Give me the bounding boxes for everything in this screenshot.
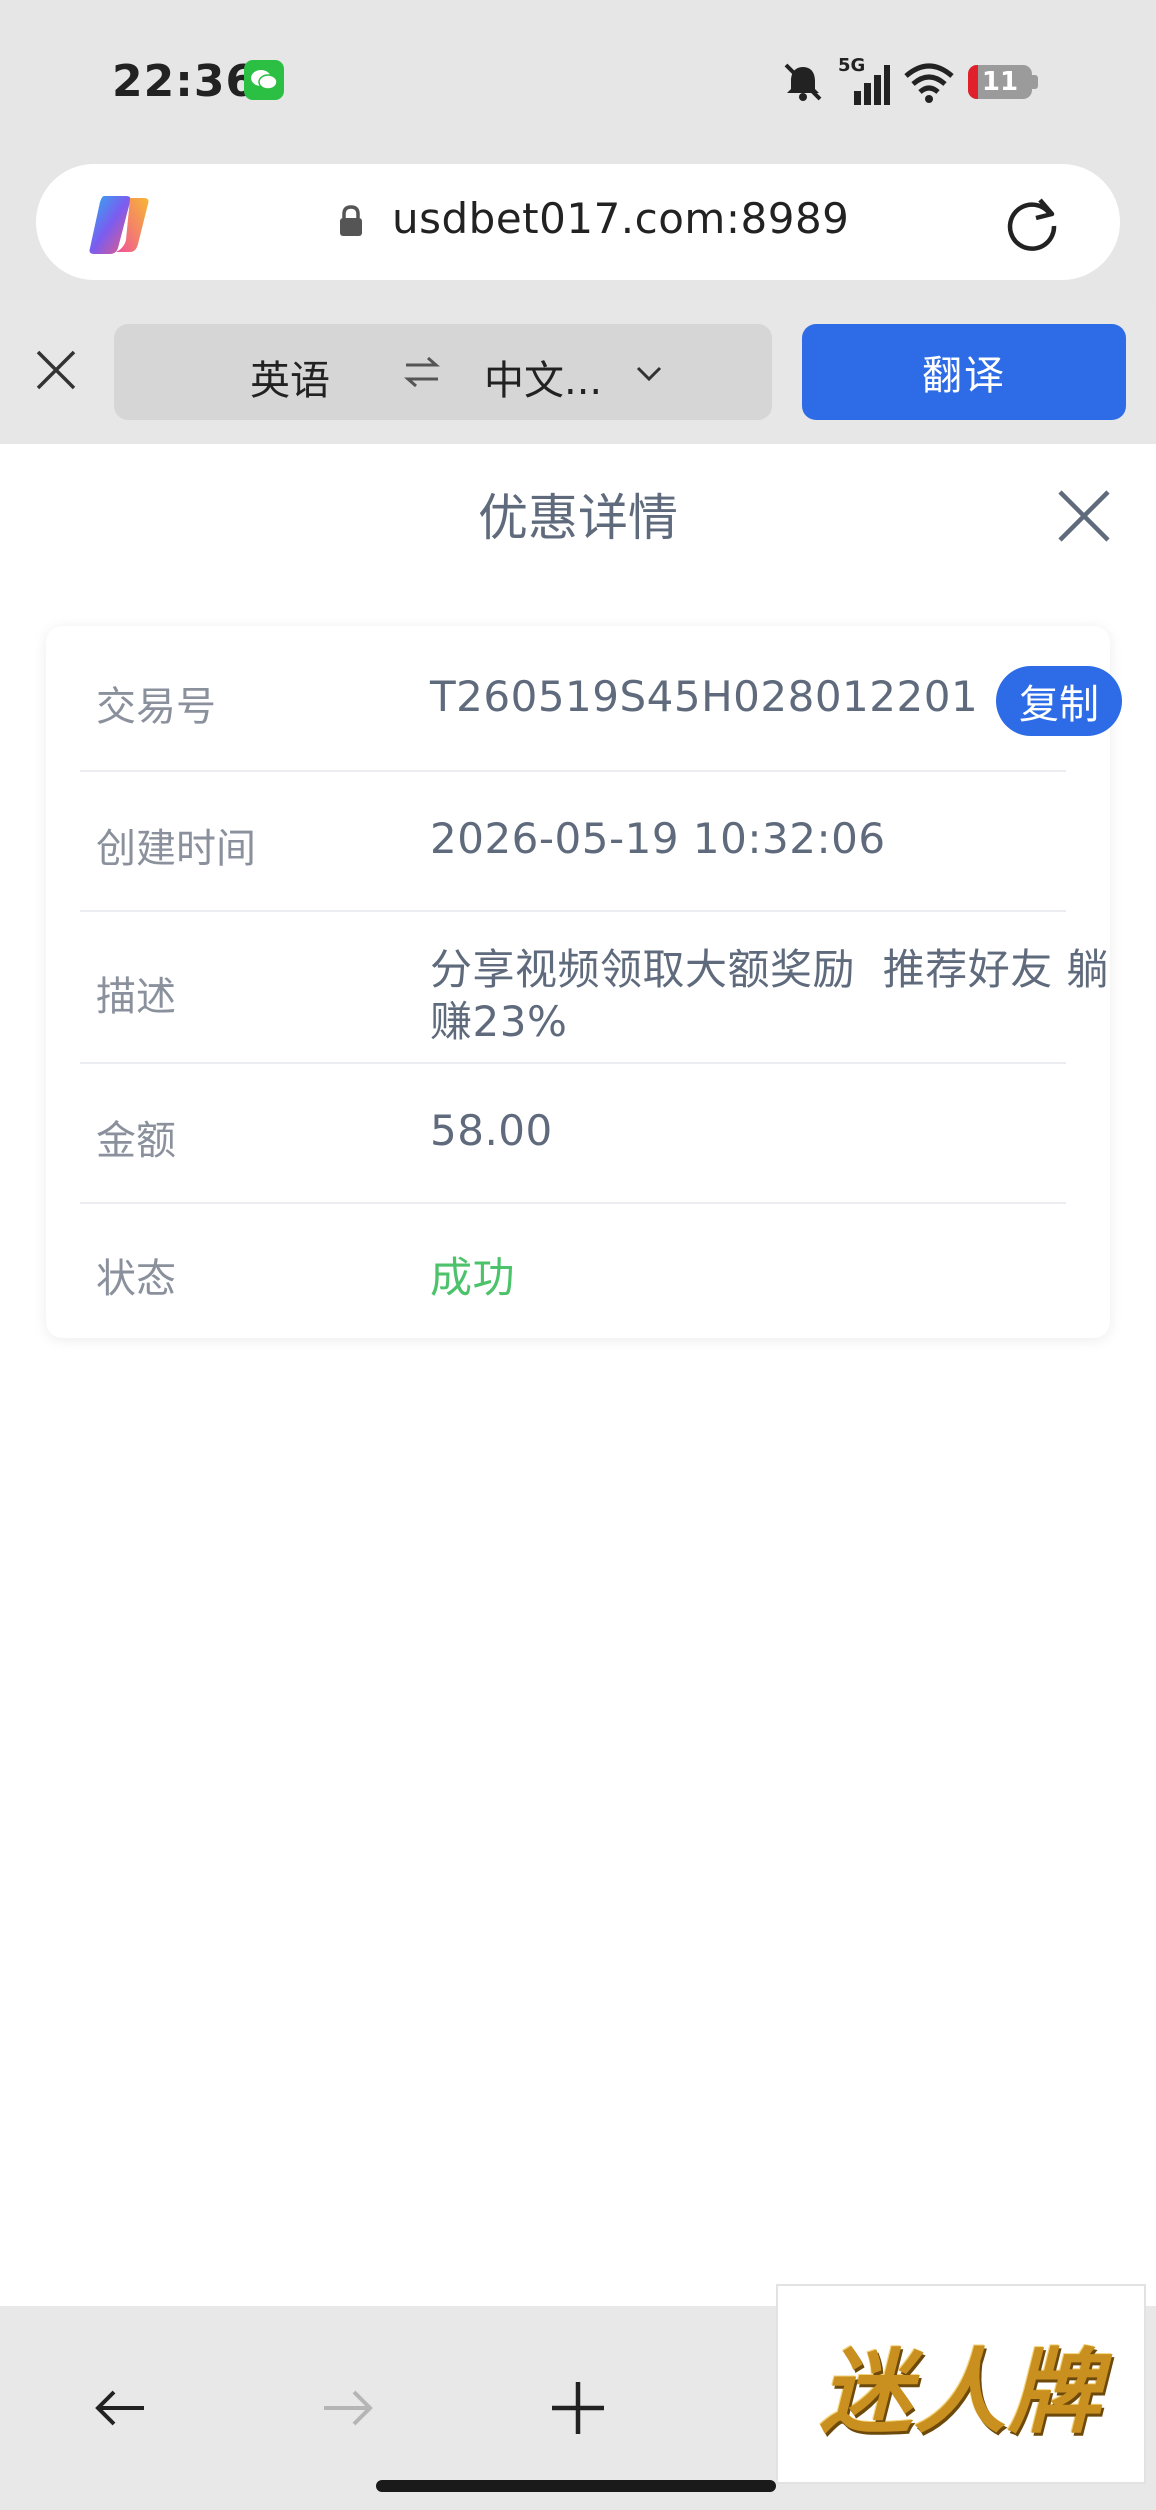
url-text[interactable]: usdbet017.com:8989: [392, 194, 849, 243]
browser-chrome: 22:36 5G 11 usdbet017.com:8989: [0, 0, 1156, 300]
source-language[interactable]: 英语: [250, 348, 330, 406]
detail-label: 创建时间: [96, 826, 256, 872]
created-time-value: 2026-05-19 10:32:06: [430, 814, 886, 863]
amount-value: 58.00: [430, 1106, 553, 1155]
battery-icon: 11: [968, 65, 1032, 99]
new-tab-plus-icon[interactable]: [548, 2378, 608, 2438]
transaction-id-value: T260519S45H028012201: [430, 672, 979, 721]
status-icons: 5G 11: [780, 52, 1038, 112]
copilot-logo-icon[interactable]: [86, 192, 154, 256]
copy-button[interactable]: 复制: [996, 666, 1122, 736]
brand-logo-text: 迷人牌: [819, 2337, 1102, 2446]
status-value: 成功: [430, 1253, 516, 1302]
back-arrow-icon[interactable]: [92, 2380, 148, 2436]
translate-bar: 英语 中文... 翻译: [0, 300, 1156, 444]
home-indicator[interactable]: [376, 2480, 776, 2492]
forward-arrow-icon[interactable]: [320, 2380, 376, 2436]
detail-row-transaction-id: 交易号 T260519S45H028012201 复制: [80, 626, 1122, 772]
page-title: 优惠详情: [478, 489, 678, 547]
swap-languages-icon[interactable]: [402, 352, 442, 392]
battery-level: 11: [981, 67, 1019, 97]
detail-label: 描述: [96, 974, 176, 1020]
detail-row-description: 描述 分享视频领取大额奖励 推荐好友 躺 赚23%: [80, 912, 1109, 1064]
target-language[interactable]: 中文...: [484, 348, 602, 406]
lock-icon: [340, 205, 362, 236]
detail-row-created-time: 创建时间 2026-05-19 10:32:06: [80, 772, 1066, 912]
brand-watermark: 迷人牌: [776, 2284, 1146, 2484]
details-card: 交易号 T260519S45H028012201 复制 创建时间 2026-05…: [46, 626, 1122, 1338]
status-time: 22:36: [112, 56, 258, 107]
cellular-signal-icon: 5G: [838, 55, 890, 107]
detail-row-status: 状态 成功: [80, 1204, 1066, 1338]
detail-label: 交易号: [96, 684, 216, 730]
description-value-line2: 赚23%: [430, 997, 568, 1046]
reload-icon[interactable]: [1002, 192, 1062, 252]
wifi-icon: [904, 63, 954, 103]
close-icon[interactable]: [1052, 484, 1116, 548]
chevron-down-icon[interactable]: [634, 358, 664, 388]
close-translate-icon[interactable]: [32, 346, 80, 394]
language-selector[interactable]: 英语 中文...: [114, 324, 772, 420]
mute-bell-icon: [784, 63, 822, 101]
detail-row-amount: 金额 58.00: [80, 1064, 1066, 1204]
address-bar[interactable]: usdbet017.com:8989: [36, 164, 1120, 280]
detail-label: 状态: [96, 1256, 176, 1302]
wechat-notification-icon: [244, 60, 284, 100]
translate-button[interactable]: 翻译: [802, 324, 1126, 420]
detail-label: 金额: [96, 1118, 176, 1164]
